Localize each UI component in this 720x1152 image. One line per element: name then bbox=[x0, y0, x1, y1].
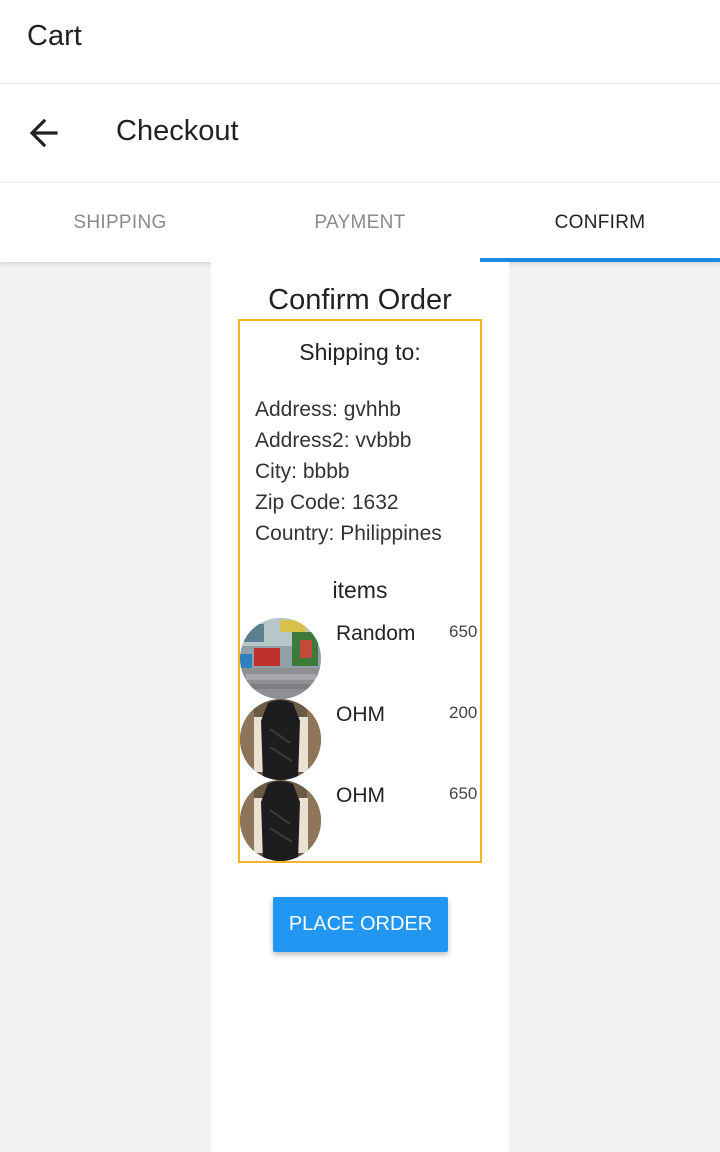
street-market-photo bbox=[240, 618, 321, 699]
item-thumbnail bbox=[240, 780, 321, 861]
address-line: Address: gvhhb bbox=[255, 398, 401, 421]
item-price: 200 bbox=[449, 703, 478, 722]
shipping-heading: Shipping to: bbox=[299, 339, 421, 365]
item-price: 650 bbox=[449, 784, 478, 803]
items-heading: items bbox=[332, 577, 388, 603]
confirm-order-title: Confirm Order bbox=[268, 284, 452, 316]
item-price: 650 bbox=[449, 622, 478, 641]
order-item: OHM 200 bbox=[240, 699, 480, 780]
item-thumbnail bbox=[240, 618, 321, 699]
back-button[interactable] bbox=[24, 113, 64, 153]
city-line: City: bbbb bbox=[255, 460, 350, 483]
tab-confirm[interactable]: CONFIRM bbox=[480, 183, 720, 262]
checkout-tabs: SHIPPING PAYMENT CONFIRM bbox=[0, 182, 720, 262]
black-dress-photo bbox=[240, 699, 321, 780]
item-name: Random bbox=[336, 622, 416, 645]
checkout-header: Checkout bbox=[0, 84, 720, 182]
item-name: OHM bbox=[336, 703, 385, 726]
country-line: Country: Philippines bbox=[255, 522, 442, 545]
tab-payment[interactable]: PAYMENT bbox=[240, 183, 480, 262]
black-dress-photo bbox=[240, 780, 321, 861]
app-bar: Cart bbox=[0, 0, 720, 84]
page-title: Checkout bbox=[116, 115, 239, 147]
address2-line: Address2: vvbbb bbox=[255, 429, 412, 452]
tab-shipping[interactable]: SHIPPING bbox=[0, 183, 240, 262]
item-thumbnail bbox=[240, 699, 321, 780]
place-order-button[interactable]: PLACE ORDER bbox=[273, 897, 448, 952]
order-summary-box: Shipping to: Address: gvhhb Address2: vv… bbox=[238, 319, 482, 863]
confirm-panel: Confirm Order Shipping to: Address: gvhh… bbox=[211, 262, 509, 1152]
order-item: OHM 650 bbox=[240, 780, 480, 861]
zip-code-line: Zip Code: 1632 bbox=[255, 491, 399, 514]
active-tab-indicator bbox=[480, 258, 720, 262]
order-item: Random 650 bbox=[240, 618, 480, 699]
app-title: Cart bbox=[27, 20, 82, 52]
item-name: OHM bbox=[336, 784, 385, 807]
arrow-left-icon bbox=[29, 118, 58, 148]
